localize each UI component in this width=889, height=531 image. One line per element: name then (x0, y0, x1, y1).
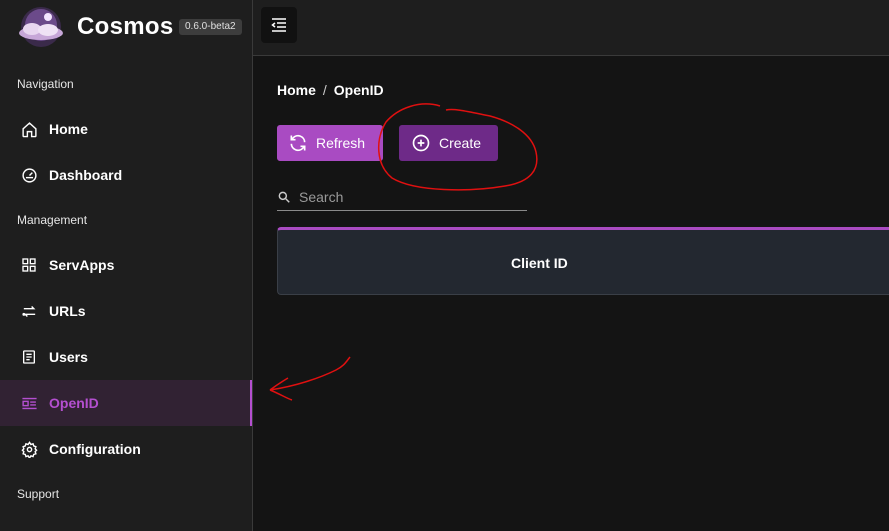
sidebar-item-label: ServApps (49, 257, 115, 273)
annotation-arrow (269, 356, 351, 401)
version-badge: 0.6.0-beta2 (179, 19, 242, 35)
urls-icon (20, 302, 38, 320)
sidebar-item-users[interactable]: Users (0, 334, 252, 380)
breadcrumb-home[interactable]: Home (277, 82, 316, 98)
sidebar-item-configuration[interactable]: Configuration (0, 426, 252, 472)
breadcrumb-separator: / (322, 82, 327, 98)
cosmos-logo-icon (19, 7, 63, 47)
breadcrumb: Home / OpenID (277, 82, 384, 98)
home-icon (20, 120, 38, 138)
grid-icon (20, 256, 38, 274)
create-label: Create (439, 135, 482, 151)
sidebar-item-openid[interactable]: OpenID (0, 380, 252, 426)
openid-icon (20, 394, 38, 412)
sidebar-item-label: OpenID (49, 395, 99, 411)
section-management: Management (17, 213, 88, 227)
create-button[interactable]: Create (399, 125, 498, 161)
brand: Cosmos 0.6.0-beta2 (0, 0, 253, 56)
refresh-label: Refresh (316, 135, 366, 151)
sidebar-item-dashboard[interactable]: Dashboard (0, 152, 252, 198)
breadcrumb-current: OpenID (333, 82, 384, 98)
sidebar-item-label: URLs (49, 303, 86, 319)
users-icon (20, 348, 38, 366)
sidebar-item-home[interactable]: Home (0, 106, 252, 152)
clients-table: Client ID (277, 227, 889, 295)
search-input[interactable] (299, 188, 509, 205)
menu-toggle-button[interactable] (261, 7, 297, 43)
sidebar-item-urls[interactable]: URLs (0, 288, 252, 334)
app-name: Cosmos (77, 13, 174, 40)
sidebar-item-servapps[interactable]: ServApps (0, 242, 252, 288)
topbar (253, 0, 889, 56)
search-field (277, 183, 527, 211)
column-header-client-id[interactable]: Client ID (511, 255, 568, 271)
gear-icon (20, 440, 38, 458)
sidebar-item-label: Users (49, 349, 88, 365)
search-icon (278, 191, 290, 203)
refresh-icon (288, 133, 308, 153)
sidebar-item-label: Configuration (49, 441, 141, 457)
refresh-button[interactable]: Refresh (277, 125, 383, 161)
section-support: Support (17, 487, 60, 501)
sidebar-item-label: Home (49, 121, 88, 137)
sidebar: Cosmos 0.6.0-beta2 Navigation Home Dashb… (0, 0, 253, 531)
section-navigation: Navigation (17, 77, 74, 91)
dashboard-icon (20, 166, 38, 184)
sidebar-item-label: Dashboard (49, 167, 123, 183)
menu-fold-icon (271, 18, 286, 32)
plus-circle-icon (411, 133, 431, 153)
